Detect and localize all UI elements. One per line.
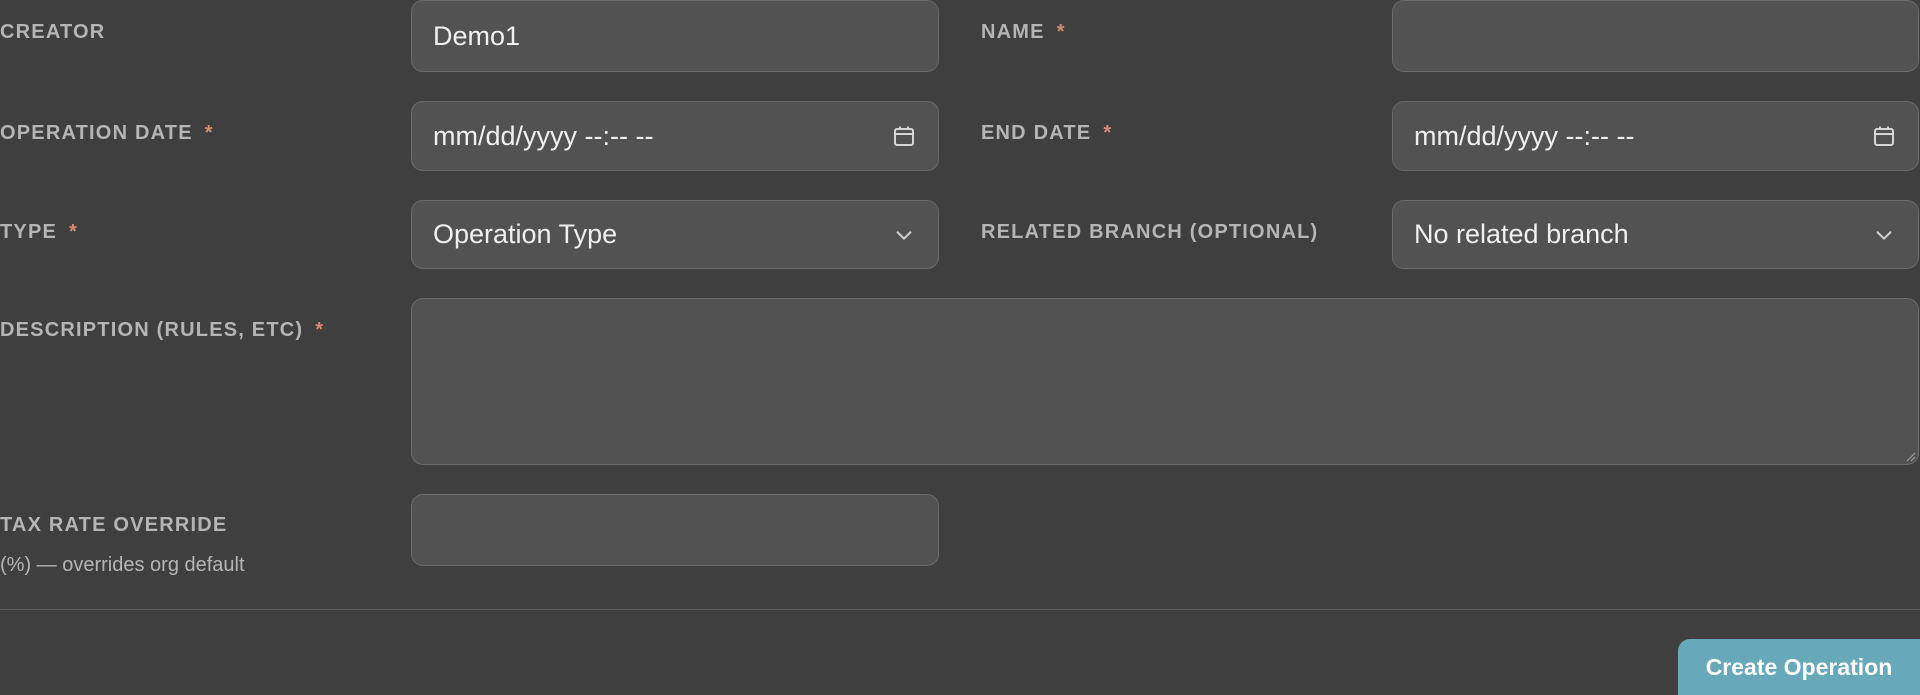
end-date-placeholder: mm/dd/yyyy --:-- --: [1414, 120, 1635, 151]
creator-field[interactable]: Demo1: [411, 0, 939, 72]
end-date-field[interactable]: mm/dd/yyyy --:-- --: [1392, 101, 1919, 171]
end-date-label: END DATE *: [981, 122, 1113, 144]
name-label: NAME *: [981, 21, 1066, 43]
operation-date-label: OPERATION DATE *: [0, 122, 214, 144]
related-branch-select[interactable]: No related branch: [1392, 200, 1919, 269]
tax-rate-hint: (%) — overrides org default: [0, 554, 245, 576]
chevron-down-icon: [1870, 221, 1898, 249]
tax-rate-label: TAX RATE OVERRIDE: [0, 514, 228, 536]
operation-date-field[interactable]: mm/dd/yyyy --:-- --: [411, 101, 939, 171]
tax-rate-input[interactable]: [411, 494, 939, 566]
description-label: DESCRIPTION (RULES, ETC) *: [0, 319, 325, 341]
required-mark: *: [1103, 122, 1113, 144]
required-mark: *: [315, 319, 325, 341]
create-operation-button[interactable]: Create Operation: [1678, 639, 1920, 695]
calendar-icon[interactable]: [1870, 122, 1898, 150]
type-label: TYPE *: [0, 221, 79, 243]
related-branch-selected-value: No related branch: [1414, 219, 1629, 249]
name-field[interactable]: [1392, 0, 1919, 72]
type-selected-value: Operation Type: [433, 219, 618, 249]
related-branch-label: RELATED BRANCH (OPTIONAL): [981, 221, 1319, 243]
required-mark: *: [69, 221, 79, 243]
creator-label: CREATOR: [0, 21, 106, 43]
operation-date-placeholder: mm/dd/yyyy --:-- --: [433, 120, 654, 151]
creator-value: Demo1: [433, 20, 521, 51]
chevron-down-icon: [890, 221, 918, 249]
required-mark: *: [1056, 21, 1066, 43]
type-select[interactable]: Operation Type: [411, 200, 939, 269]
resize-grip-icon[interactable]: [1904, 450, 1916, 462]
divider: [0, 609, 1920, 610]
required-mark: *: [204, 122, 214, 144]
calendar-icon[interactable]: [890, 122, 918, 150]
description-textarea[interactable]: [411, 298, 1919, 465]
